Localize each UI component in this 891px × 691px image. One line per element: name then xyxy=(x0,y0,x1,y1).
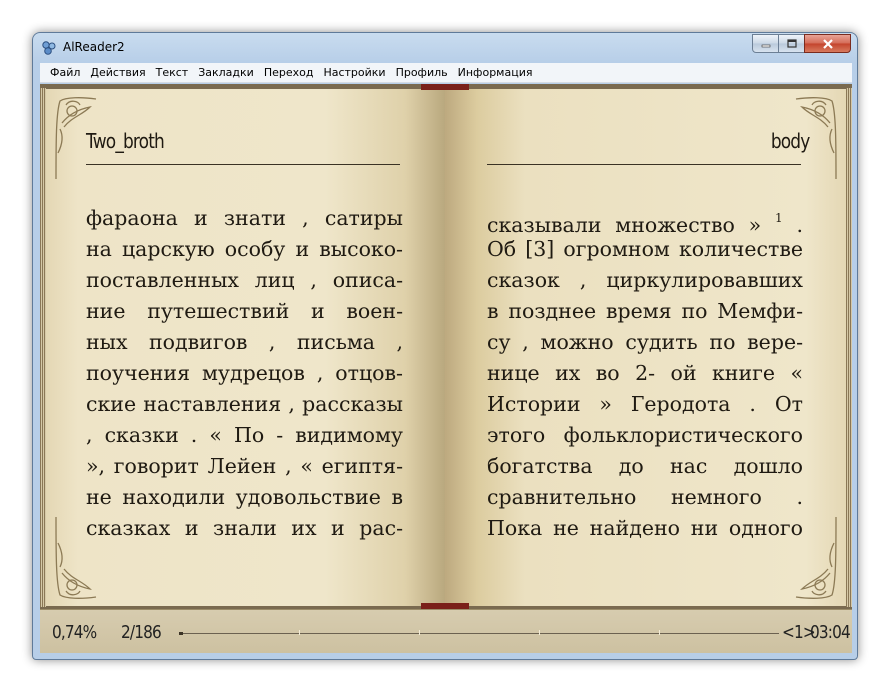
text-line: сказывали множество » 1 . xyxy=(487,203,803,237)
menu-file[interactable]: Файл xyxy=(45,66,85,79)
left-header-rule xyxy=(86,164,400,165)
text-line: богатства до нас дошло xyxy=(487,454,803,478)
right-header-rule xyxy=(487,164,801,165)
menu-navigate[interactable]: Переход xyxy=(259,66,319,79)
app-window: AlReader2 Файл Действия Текст Закладки П… xyxy=(32,32,858,660)
right-page-edges xyxy=(846,88,852,607)
text-line: поставленных лиц , описа- xyxy=(86,268,403,292)
window-title: AlReader2 xyxy=(63,40,125,54)
text-line: сказок , циркулировавших xyxy=(487,268,803,292)
menu-bookmarks[interactable]: Закладки xyxy=(193,66,259,79)
progress-tick xyxy=(659,630,660,635)
text-line: фараона и знати , сатиры xyxy=(86,206,403,230)
right-header: body xyxy=(770,129,810,153)
title-bar[interactable]: AlReader2 xyxy=(33,33,857,61)
progress-tick xyxy=(539,630,540,635)
text-line: поучения мудрецов , отцов- xyxy=(86,361,403,385)
progress-tick xyxy=(419,630,420,635)
minimize-button[interactable] xyxy=(752,34,779,53)
text-line: су , можно судить по вере- xyxy=(487,330,803,354)
text-line: Истории » Геродота . От xyxy=(487,392,803,416)
right-page-text: сказывали множество » 1 . Об [3] огромно… xyxy=(487,203,803,544)
text-line: ных подвигов , письма , xyxy=(86,330,403,354)
clock: 03:04 xyxy=(810,622,851,643)
menu-actions[interactable]: Действия xyxy=(85,66,150,79)
menu-info[interactable]: Информация xyxy=(453,66,538,79)
text-line: на царскую особу и высоко- xyxy=(86,237,403,261)
text-line: сказках и знали их и рас- xyxy=(86,516,403,540)
text-line: этого фольклористического xyxy=(487,423,803,447)
menu-profile[interactable]: Профиль xyxy=(391,66,453,79)
status-bar: 0,74% 2/186 <1> 03:04 xyxy=(40,609,852,653)
text-line: », говорит Лейен , « египтя- xyxy=(86,454,403,478)
minimize-icon xyxy=(761,44,770,47)
right-page[interactable]: body сказывали множество » 1 . Об [3] ог… xyxy=(445,89,846,606)
reading-percent: 0,74% xyxy=(52,622,97,643)
progress-fill xyxy=(179,632,183,635)
text-line: Пока не найдено ни одного xyxy=(487,516,803,540)
maximize-button[interactable] xyxy=(778,34,805,53)
footnote-link[interactable]: 1 xyxy=(775,211,783,225)
book-spine-top xyxy=(421,84,469,90)
progress-bar[interactable] xyxy=(179,630,779,635)
text-line: нице их во 2- ой книге « xyxy=(487,361,803,385)
close-icon xyxy=(822,38,833,49)
left-page[interactable]: Two_broth фараона и знати , сатиры на ца… xyxy=(46,89,445,606)
text-line: сравнительно немного . xyxy=(487,485,803,509)
progress-tick xyxy=(299,630,300,635)
text-line: ские наставления , рассказы xyxy=(86,392,403,416)
menu-bar: Файл Действия Текст Закладки Переход Нас… xyxy=(40,63,852,83)
text-line: в позднее время по Мемфи- xyxy=(487,299,803,323)
maximize-icon xyxy=(786,39,797,48)
book-view[interactable]: Two_broth фараона и знати , сатиры на ца… xyxy=(40,84,852,609)
text-line: , сказки . « По - видимому xyxy=(86,423,403,447)
menu-settings[interactable]: Настройки xyxy=(318,66,390,79)
app-icon xyxy=(42,41,56,55)
menu-text[interactable]: Текст xyxy=(151,66,194,79)
close-button[interactable] xyxy=(804,34,851,53)
text-line: не находили удовольствие в xyxy=(86,485,403,509)
text-line: ние путешествий и воен- xyxy=(86,299,403,323)
left-header: Two_broth xyxy=(86,129,165,153)
page-counter: 2/186 xyxy=(121,622,162,643)
left-page-text: фараона и знати , сатиры на царскую особ… xyxy=(86,203,403,544)
text-line: Об [3] огромном количестве xyxy=(487,237,803,261)
